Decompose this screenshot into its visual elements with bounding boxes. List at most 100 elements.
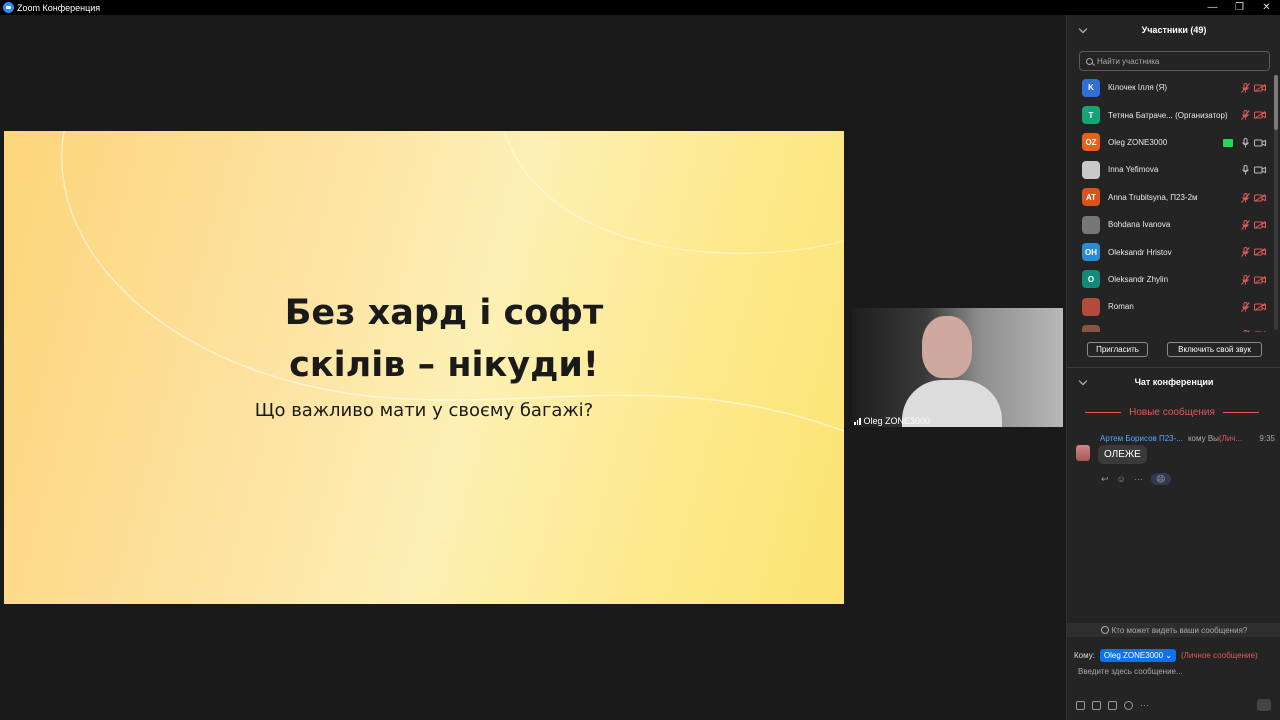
camera-off-icon[interactable] [1254,221,1266,229]
sender-avatar [1076,445,1090,461]
participant-name: Roman [1108,302,1134,312]
chevron-down-icon[interactable] [1078,376,1088,386]
participants-header: Участники (49) [1067,15,1280,45]
participant-row[interactable]: OZ Oleg ZONE3000 [1067,129,1273,156]
video-name-label: Oleg ZONE3000 [854,416,930,426]
zoom-logo-icon [3,2,14,13]
participant-row[interactable]: AT Anna Trubitsyna, П23-2м [1067,184,1273,211]
participant-avatar [1082,297,1100,316]
unmute-self-button[interactable]: Включить свой звук [1167,342,1262,357]
mic-muted-icon[interactable] [1241,329,1250,332]
format-icon[interactable] [1076,701,1085,710]
new-messages-label: Новые сообщения [1129,407,1215,418]
title-bar: Zoom Конференция — ❐ ✕ [0,0,1280,15]
camera-off-icon[interactable] [1254,275,1266,284]
screen-share-icon [1223,138,1233,147]
participants-scrollbar[interactable] [1274,75,1278,330]
chat-message-input[interactable] [1078,667,1268,676]
participant-row[interactable]: O Oleksandr Zhylin [1067,266,1273,293]
participant-name: Inna Yefimova [1108,165,1159,175]
participant-video-tile[interactable]: Oleg ZONE3000 [852,308,1063,427]
person-head [922,316,972,378]
camera-icon[interactable] [1254,139,1266,147]
participant-row[interactable]: T Тетяна Батраче... (Организатор) [1067,101,1273,128]
camera-icon[interactable] [1254,166,1266,174]
reply-icon[interactable]: ↩ [1101,474,1109,485]
participant-avatar: OZ [1082,133,1100,152]
more-options-icon[interactable]: ··· [1140,701,1149,710]
participant-row[interactable]: Bohdana Ivanova [1067,211,1273,238]
camera-off-icon[interactable] [1254,84,1266,92]
participants-list: K Кілочек Ілля (Я) T Тетяна Батраче... (Орг… [1067,74,1273,332]
message-sender[interactable]: Артем Борисов П23-... [1100,434,1183,443]
file-icon[interactable] [1108,701,1117,710]
reaction-chip[interactable]: 😄 [1150,473,1171,485]
camera-off-icon[interactable] [1254,330,1266,332]
participant-row[interactable]: Roman [1067,293,1273,320]
mic-muted-icon[interactable] [1241,219,1250,230]
close-button[interactable]: ✕ [1253,0,1280,15]
who-can-see-bar[interactable]: Кто может видеть ваши сообщения? [1067,623,1280,637]
participant-row[interactable] [1067,321,1273,332]
participant-avatar: AT [1082,188,1100,207]
slide-subtitle: Що важливо мати у своєму багажі? [254,400,594,421]
restore-button[interactable]: ❐ [1226,0,1253,15]
slide-title-line-1: Без хард і софт [284,293,604,333]
camera-off-icon[interactable] [1254,303,1266,312]
mic-muted-icon[interactable] [1241,247,1250,258]
recipient-name: Oleg ZONE3000 [1103,651,1164,660]
add-reaction-icon[interactable]: ☺ [1117,474,1126,484]
mic-icon[interactable] [1241,137,1250,148]
send-button[interactable] [1257,699,1271,711]
panel-divider [1067,367,1280,368]
participant-search[interactable] [1079,51,1270,71]
camera-off-icon[interactable] [1254,248,1266,257]
participant-name: Oleksandr Hristov [1108,247,1172,257]
recipient-row: Кому: Oleg ZONE3000 ⌄ (Личное сообщение) [1074,649,1258,662]
participant-search-input[interactable] [1097,56,1267,66]
signal-strength-icon [854,417,861,425]
mic-muted-icon[interactable] [1241,274,1250,285]
camera-off-icon[interactable] [1254,193,1266,202]
scrollbar-thumb[interactable] [1274,75,1278,130]
invite-button[interactable]: Пригласить [1087,342,1148,357]
mic-muted-icon[interactable] [1241,302,1250,312]
chat-header: Чат конференции [1067,370,1280,394]
message-bubble[interactable]: ОЛЕЖЕ [1098,445,1147,464]
participants-title: Участники (49) [1141,25,1207,35]
participant-avatar [1082,160,1100,179]
message-private-label: (Лич... [1218,434,1243,443]
message-recipient: кому Вы [1187,434,1219,443]
participant-avatar: OH [1082,243,1100,262]
more-icon[interactable]: ··· [1134,474,1143,484]
recipient-dropdown[interactable]: Oleg ZONE3000 ⌄ [1099,649,1176,662]
mic-muted-icon[interactable] [1241,192,1250,203]
participant-row[interactable]: K Кілочек Ілля (Я) [1067,74,1273,101]
meeting-stage: Без хард і софт скілів – нікуди! Що важл… [0,15,1066,720]
camera-off-icon[interactable] [1254,111,1266,120]
participant-name: Anna Trubitsyna, П23-2м [1108,192,1198,202]
screenshot-icon[interactable] [1092,701,1101,710]
participant-row[interactable]: Inna Yefimova [1067,156,1273,183]
private-message-note: (Личное сообщение) [1181,651,1258,660]
participant-row[interactable]: OH Oleksandr Hristov [1067,238,1273,265]
to-label: Кому: [1074,651,1095,660]
participant-avatar [1082,215,1100,234]
mic-muted-icon[interactable] [1241,83,1250,93]
window-title: Zoom Конференция [17,2,101,13]
participant-avatar [1082,325,1100,332]
video-participant-name: Oleg ZONE3000 [863,416,931,426]
participant-avatar: T [1082,106,1100,125]
window-controls: — ❐ ✕ [1199,0,1280,15]
message-actions: ↩ ☺ ··· 😄 [1101,473,1171,485]
minimize-button[interactable]: — [1199,0,1226,15]
participant-name: Bohdana Ivanova [1108,220,1171,230]
search-icon [1086,57,1093,65]
mic-muted-icon[interactable] [1241,110,1250,121]
chevron-down-icon[interactable] [1078,24,1088,34]
people-icon [1100,626,1109,634]
emoji-icon[interactable] [1124,701,1133,710]
participant-name: Кілочек Ілля (Я) [1108,83,1168,93]
mic-icon[interactable] [1241,165,1250,175]
chat-toolbar: ··· [1076,701,1149,710]
